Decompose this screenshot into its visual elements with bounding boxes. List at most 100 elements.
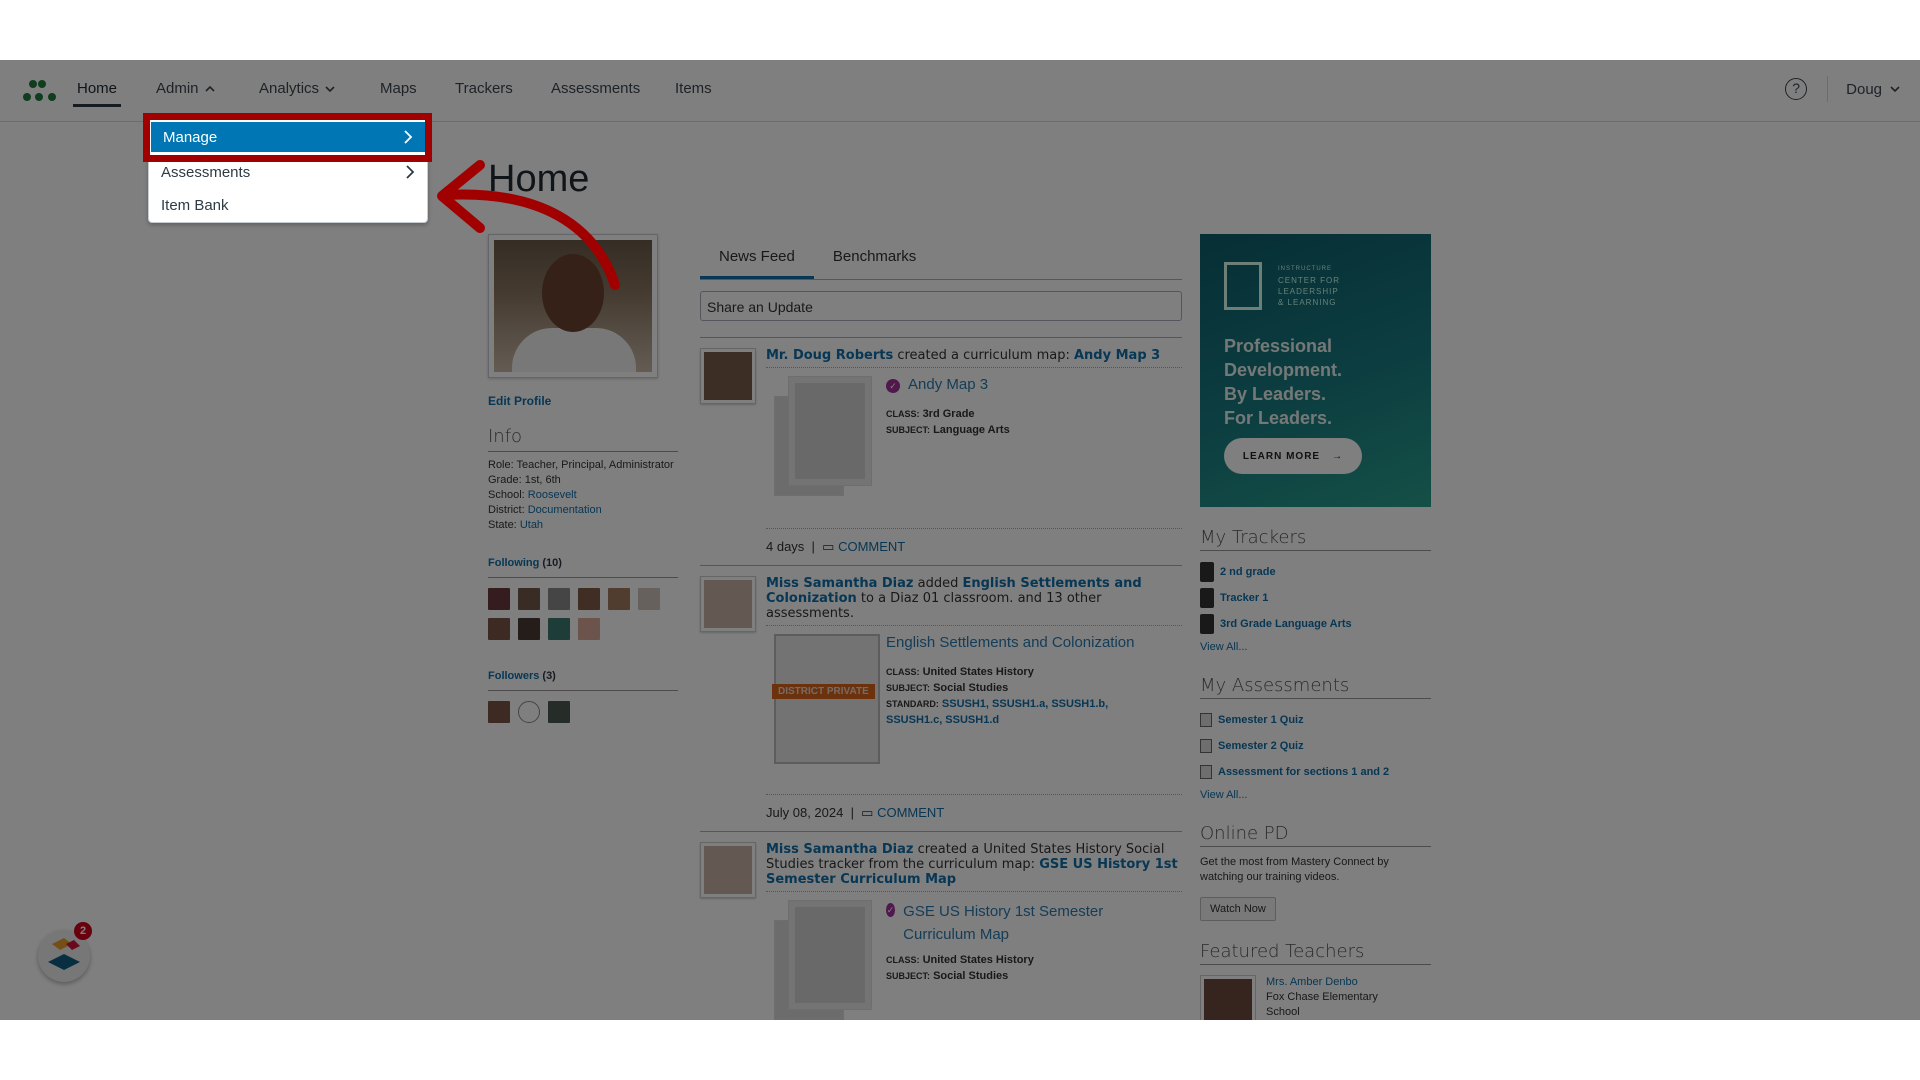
teacher-photo[interactable] (1200, 975, 1256, 1020)
chevron-up-icon (204, 85, 215, 92)
card-title[interactable]: English Settlements and Colonization (886, 634, 1134, 651)
ad-banner[interactable]: INSTRUCTURE CENTER FOR LEADERSHIP & LEAR… (1200, 234, 1431, 507)
actor-link[interactable]: Miss Samantha Diaz (766, 576, 913, 591)
district-private-badge: DISTRICT PRIVATE (772, 684, 875, 699)
nav-items[interactable]: Items (675, 80, 712, 97)
subject-label: SUBJECT: (886, 425, 931, 435)
follower-avatar[interactable] (488, 701, 510, 723)
card-title[interactable]: ✓ GSE US History 1st Semester Curriculum … (886, 900, 1106, 946)
mastery-logo-icon[interactable] (22, 78, 58, 104)
help-icon[interactable]: ? (1785, 78, 1808, 100)
following-avatar[interactable] (608, 588, 630, 610)
following-avatar[interactable] (548, 618, 570, 640)
chevron-right-icon (404, 130, 413, 144)
actor-link[interactable]: Mr. Doug Roberts (766, 348, 893, 363)
user-menu[interactable]: Doug (1846, 81, 1900, 98)
assessment-thumbnail-icon[interactable]: DISTRICT PRIVATE (772, 634, 880, 764)
class-value: United States History (922, 954, 1034, 966)
following-avatar[interactable] (518, 588, 540, 610)
nav-divider (1827, 76, 1829, 102)
profile-info: Role: Teacher, Principal, Administrator … (488, 458, 678, 533)
actor-link[interactable]: Miss Samantha Diaz (766, 842, 913, 857)
comment-link[interactable]: COMMENT (838, 539, 905, 554)
assessment-item[interactable]: Semester 1 Quiz (1200, 707, 1431, 733)
teacher-school: Fox Chase Elementary School (1266, 991, 1378, 1018)
my-trackers-heading: My Trackers (1200, 527, 1431, 551)
ad-headline: Professional Development. By Leaders. Fo… (1224, 334, 1342, 430)
subject-label: SUBJECT: (886, 971, 931, 981)
district-line: District: Documentation (488, 503, 678, 518)
menu-item-assessments[interactable]: Assessments (149, 155, 427, 189)
card-title[interactable]: ✓ Andy Map 3 (886, 376, 988, 393)
menu-item-label: Assessments (161, 163, 251, 181)
tab-benchmarks[interactable]: Benchmarks (814, 234, 935, 279)
nav-trackers[interactable]: Trackers (455, 80, 513, 97)
feed-footer: 4 days | ▭ COMMENT (766, 528, 1182, 565)
share-update-input[interactable]: Share an Update (700, 291, 1182, 321)
default-avatar-icon[interactable] (518, 701, 540, 723)
followers-count: (3) (542, 670, 556, 682)
following-avatar[interactable] (518, 618, 540, 640)
ad-brand-line: CENTER FOR (1278, 276, 1340, 285)
right-sidebar: INSTRUCTURE CENTER FOR LEADERSHIP & LEAR… (1200, 234, 1431, 1020)
following-avatar[interactable] (578, 588, 600, 610)
profile-photo (488, 234, 658, 378)
following-avatar[interactable] (548, 588, 570, 610)
verified-badge-icon: ✓ (886, 903, 896, 917)
class-label: CLASS: (886, 667, 920, 677)
card-title-text: GSE US History 1st Semester Curriculum M… (903, 903, 1104, 943)
map-thumbnail-icon[interactable] (774, 900, 872, 1020)
nav-home[interactable]: Home (77, 80, 117, 97)
feed-item: Mr. Doug Roberts created a curriculum ma… (700, 337, 1182, 565)
role-label: Role: (488, 459, 514, 471)
district-link[interactable]: Documentation (528, 504, 602, 516)
assessment-item[interactable]: Assessment for sections 1 and 2 (1200, 759, 1431, 785)
subject-value: Language Arts (933, 424, 1010, 436)
map-thumbnail-icon[interactable] (774, 376, 872, 496)
news-feed: News Feed Benchmarks Share an Update Mr.… (700, 234, 1182, 1020)
nav-admin[interactable]: Admin (156, 80, 215, 97)
assessment-item[interactable]: Semester 2 Quiz (1200, 733, 1431, 759)
menu-item-manage[interactable]: Manage (149, 120, 427, 154)
comment-link[interactable]: COMMENT (877, 805, 944, 820)
following-link[interactable]: Following (488, 557, 539, 569)
app-launcher-button[interactable]: 2 (38, 922, 92, 982)
ad-headline-line: Development. (1224, 360, 1343, 380)
feed-time: July 08, 2024 (766, 805, 844, 820)
menu-item-item-bank[interactable]: Item Bank (149, 188, 427, 222)
target-link[interactable]: Andy Map 3 (1074, 348, 1160, 363)
tab-news-feed[interactable]: News Feed (700, 234, 814, 279)
assessment-name: Semester 2 Quiz (1218, 740, 1304, 752)
following-avatar[interactable] (488, 588, 510, 610)
tracker-icon (1200, 614, 1214, 634)
nav-maps[interactable]: Maps (380, 80, 417, 97)
edit-profile-link[interactable]: Edit Profile (488, 394, 678, 408)
nav-assessments[interactable]: Assessments (551, 80, 640, 97)
watch-now-button[interactable]: Watch Now (1200, 897, 1276, 921)
followers-link[interactable]: Followers (488, 670, 539, 682)
follower-avatar[interactable] (548, 701, 570, 723)
tracker-item[interactable]: 2 nd grade (1200, 559, 1431, 585)
comment-icon: ▭ (822, 539, 835, 554)
learn-more-button[interactable]: LEARN MORE → (1224, 438, 1362, 474)
document-icon (1200, 739, 1212, 753)
nav-items-label: Items (675, 80, 712, 97)
feed-avatar[interactable] (700, 842, 756, 898)
assessments-view-all-link[interactable]: View All... (1200, 789, 1248, 801)
state-link[interactable]: Utah (520, 519, 543, 531)
following-avatar[interactable] (488, 618, 510, 640)
assessments-list: Semester 1 Quiz Semester 2 Quiz Assessme… (1200, 707, 1431, 803)
nav-analytics[interactable]: Analytics (259, 80, 335, 97)
tracker-name: 3rd Grade Language Arts (1220, 618, 1352, 630)
notification-badge: 2 (74, 922, 92, 940)
following-avatar[interactable] (578, 618, 600, 640)
following-avatar[interactable] (638, 588, 660, 610)
feed-avatar[interactable] (700, 348, 756, 404)
card-title-text: English Settlements and Colonization (886, 634, 1135, 651)
tracker-item[interactable]: Tracker 1 (1200, 585, 1431, 611)
school-link[interactable]: Roosevelt (528, 489, 577, 501)
feed-avatar[interactable] (700, 576, 756, 632)
trackers-view-all-link[interactable]: View All... (1200, 641, 1248, 653)
tracker-item[interactable]: 3rd Grade Language Arts (1200, 611, 1431, 637)
teacher-name-link[interactable]: Mrs. Amber Denbo (1266, 976, 1358, 988)
